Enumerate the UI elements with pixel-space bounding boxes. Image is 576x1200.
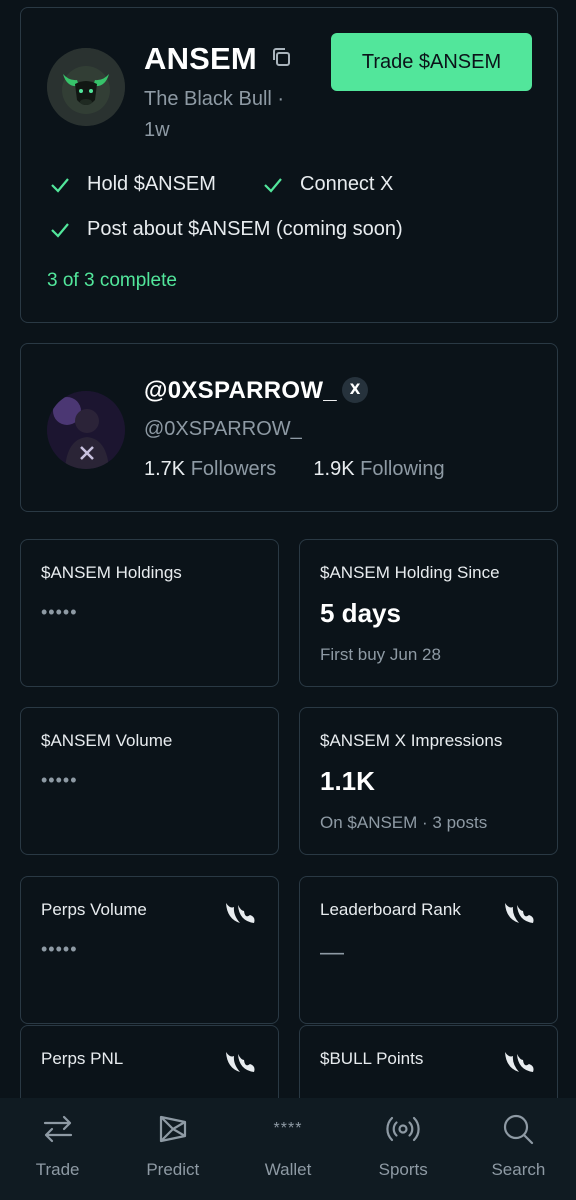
nav-item-trade[interactable]: Trade: [0, 1098, 115, 1200]
stat-card-holding-since[interactable]: $ANSEM Holding Since 5 days First buy Ju…: [299, 539, 558, 687]
token-avatar: [47, 48, 125, 126]
nav-item-predict[interactable]: Predict: [115, 1098, 230, 1200]
bull-horns-icon: [505, 1052, 534, 1072]
check-icon: [51, 222, 69, 238]
stat-label: Perps Volume: [41, 900, 147, 919]
stat-label: Perps PNL: [41, 1049, 124, 1068]
bull-horns-icon: [226, 903, 255, 923]
token-name: ANSEM: [144, 41, 257, 76]
profile-handle: @0XSPARROW_: [144, 418, 302, 440]
bull-logo-image: [47, 48, 125, 126]
stat-card-holdings[interactable]: $ANSEM Holdings •••••: [20, 539, 279, 687]
profile-stats: 1.7K Followers 1.9K Following: [144, 458, 445, 481]
nav-label: Predict: [146, 1160, 200, 1179]
stat-card-leaderboard-rank[interactable]: Leaderboard Rank —: [299, 876, 558, 1024]
bull-horns-icon: [505, 903, 534, 923]
nav-item-sports[interactable]: Sports: [346, 1098, 461, 1200]
nav-item-wallet[interactable]: **** Wallet: [230, 1098, 345, 1200]
stat-label: Leaderboard Rank: [320, 900, 461, 919]
stat-value: —: [320, 939, 344, 966]
predict-icon: [159, 1115, 186, 1143]
token-subtitle: The Black Bull · 1w: [144, 88, 285, 141]
following-count: 1.9K: [313, 458, 355, 480]
followers-label: Followers: [190, 458, 277, 480]
search-icon: [504, 1114, 534, 1145]
trade-token-button[interactable]: Trade $ANSEM: [331, 33, 532, 91]
task-hold-token: Hold $ANSEM: [49, 173, 216, 196]
check-icon: [51, 177, 69, 193]
stat-label: $ANSEM Holding Since: [320, 563, 500, 582]
stat-subtext: First buy Jun 28: [320, 645, 441, 664]
stat-card-impressions[interactable]: $ANSEM X Impressions 1.1K On $ANSEM · 3 …: [299, 707, 558, 855]
stat-card-volume[interactable]: $ANSEM Volume •••••: [20, 707, 279, 855]
profile-avatar: [47, 391, 125, 469]
progress-text: 3 of 3 complete: [47, 270, 177, 291]
task-post: Post about $ANSEM (coming soon): [49, 218, 403, 241]
stat-value: 1.1K: [320, 766, 375, 796]
task-connect-x: Connect X: [262, 173, 393, 196]
bull-horns-icon: [226, 1052, 255, 1072]
profile-photo: [47, 391, 125, 469]
stat-card-perps-volume[interactable]: Perps Volume •••••: [20, 876, 279, 1024]
stat-value: 5 days: [320, 598, 401, 628]
task-label: Hold $ANSEM: [87, 173, 216, 195]
nav-label: Search: [491, 1160, 546, 1179]
bottom-nav: Trade Predict **** Wallet Sports Search: [0, 1098, 576, 1200]
hidden-value: •••••: [41, 939, 78, 959]
following-label: Following: [360, 458, 445, 480]
profile-card: @0XSPARROW_ X @0XSPARROW_ 1.7K Followers…: [20, 343, 558, 512]
profile-name[interactable]: @0XSPARROW_: [144, 377, 337, 405]
copy-icon[interactable]: [270, 46, 292, 68]
followers-count: 1.7K: [144, 458, 186, 480]
stat-label: $ANSEM Holdings: [41, 563, 182, 582]
swap-arrows-icon: [43, 1115, 72, 1143]
nav-label: Sports: [378, 1160, 428, 1179]
token-card: ANSEM The Black Bull · 1w Trade $ANSEM H…: [20, 7, 558, 323]
stat-label: $BULL Points: [320, 1049, 424, 1068]
hidden-value: •••••: [41, 770, 78, 790]
x-logo-icon: X: [342, 377, 368, 403]
wallet-stars-icon: ****: [273, 1120, 303, 1137]
broadcast-icon: [386, 1116, 420, 1142]
check-icon: [264, 177, 282, 193]
task-label: Post about $ANSEM (coming soon): [87, 218, 403, 240]
nav-label: Trade: [35, 1160, 80, 1179]
stat-subtext: On $ANSEM · 3 posts: [320, 813, 488, 832]
nav-item-search[interactable]: Search: [461, 1098, 576, 1200]
stat-label: $ANSEM Volume: [41, 731, 173, 750]
nav-label: Wallet: [264, 1160, 312, 1179]
hidden-value: •••••: [41, 602, 78, 622]
stat-label: $ANSEM X Impressions: [320, 731, 503, 750]
task-label: Connect X: [300, 173, 394, 195]
